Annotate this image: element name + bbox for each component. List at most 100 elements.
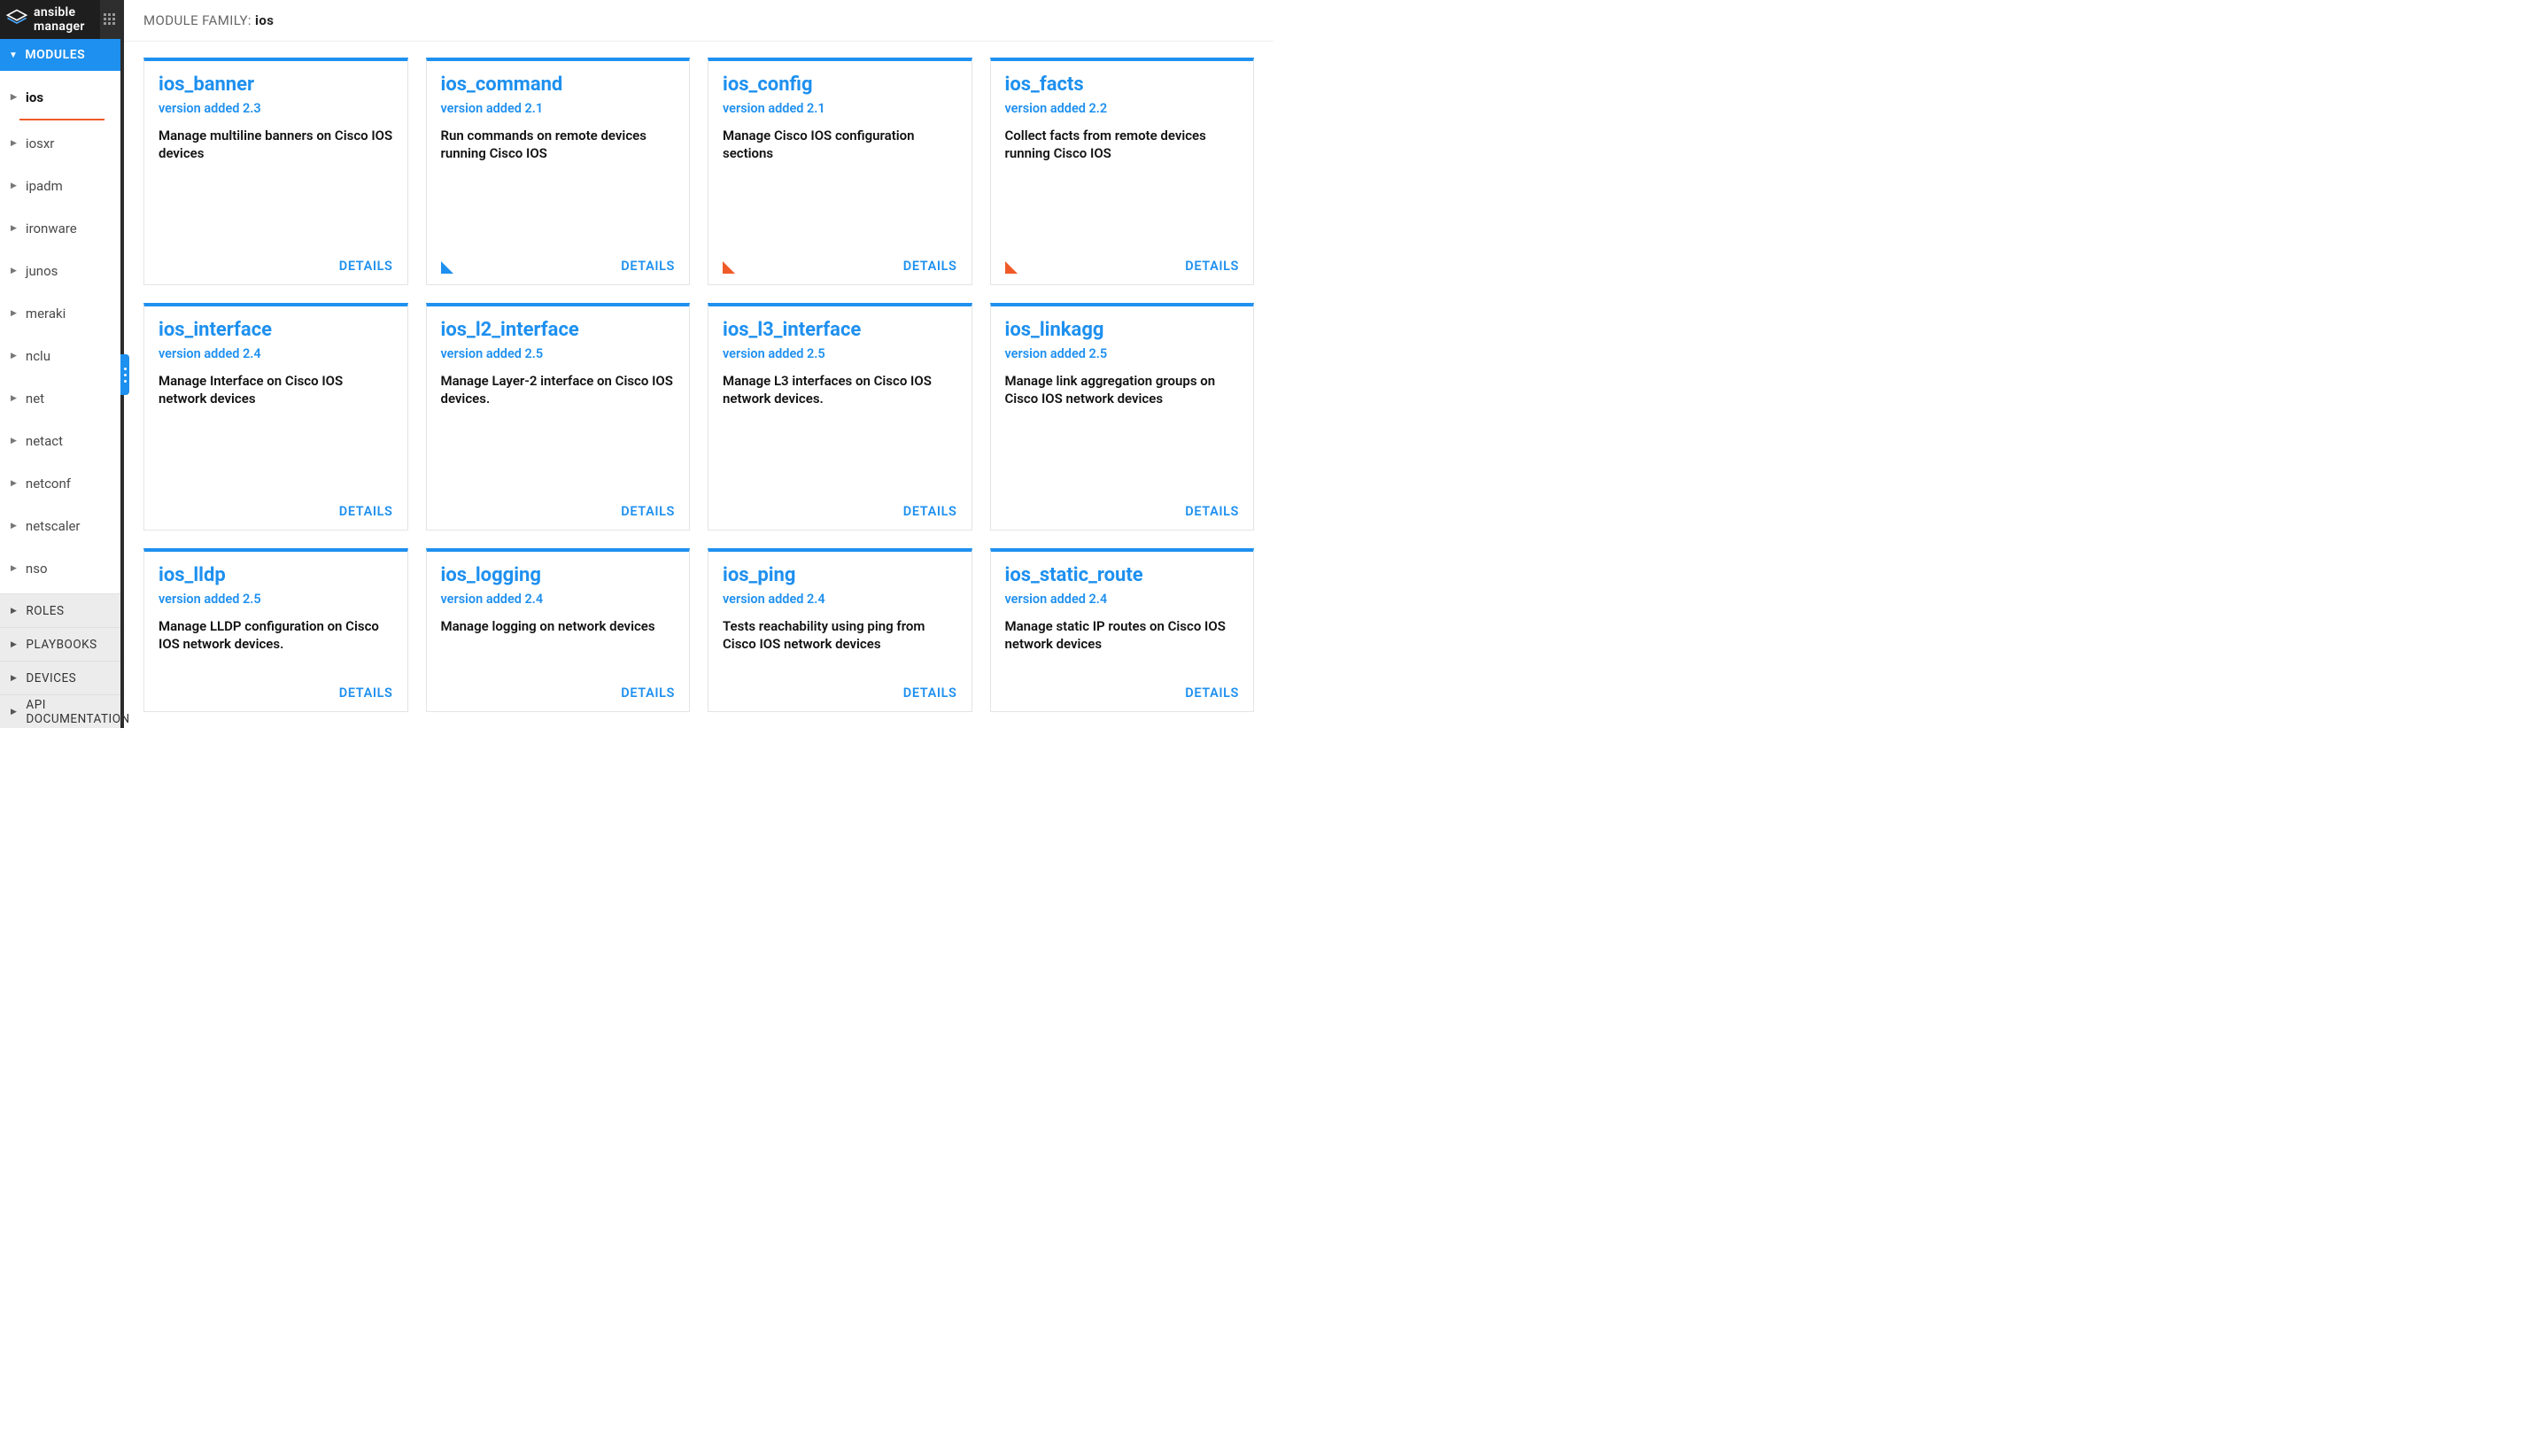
page-title-family: ios [255,12,274,28]
sidebar-item-meraki[interactable]: ▶ meraki [0,292,120,335]
sidebar-item-label: junos [26,263,58,279]
nav-footer-roles[interactable]: ▶ ROLES [0,593,120,627]
card-corner-icon [1005,261,1018,274]
caret-right-icon: ▶ [11,708,17,716]
sidebar-item-underline [19,119,105,120]
module-card-ios_command: ios_commandversion added 2.1 Run commands… [426,58,691,285]
details-link[interactable]: DETAILS [339,504,393,519]
details-link[interactable]: DETAILS [339,685,393,701]
module-card-description: Manage L3 interfaces on Cisco IOS networ… [723,372,957,408]
module-card-title: ios_lldp [159,564,393,586]
module-card-description: Run commands on remote devices running C… [441,127,676,163]
sidebar-item-ipadm[interactable]: ▶ ipadm [0,165,120,207]
details-link[interactable]: DETAILS [1185,685,1239,701]
module-card-description: Manage link aggregation groups on Cisco … [1005,372,1240,408]
page-title-prefix: MODULE FAMILY: [143,12,255,28]
module-card-version: version added 2.3 [159,101,393,116]
sidebar-item-label: netact [26,433,63,449]
caret-right-icon: ▶ [11,267,17,275]
details-link[interactable]: DETAILS [903,504,957,519]
details-link[interactable]: DETAILS [621,504,675,519]
module-card-ios_banner: ios_bannerversion added 2.3Manage multil… [143,58,408,285]
module-card-title: ios_facts [1005,74,1240,96]
caret-right-icon: ▶ [11,640,17,649]
module-card-description: Manage LLDP configuration on Cisco IOS n… [159,617,393,654]
caret-right-icon: ▶ [11,139,17,148]
details-link[interactable]: DETAILS [621,685,675,701]
details-link[interactable]: DETAILS [903,685,957,701]
module-card-ios_interface: ios_interfaceversion added 2.4Manage Int… [143,303,408,531]
sidebar-item-netscaler[interactable]: ▶netscaler [0,505,120,547]
sidebar-item-label: nso [26,561,48,577]
module-card-ios_l3_interface: ios_l3_interfaceversion added 2.5Manage … [708,303,972,531]
caret-right-icon: ▶ [11,564,17,573]
sidebar-item-net[interactable]: ▶net [0,377,120,420]
caret-right-icon: ▶ [11,479,17,488]
module-card-title: ios_interface [159,319,393,341]
nav-section-modules[interactable]: ▼ MODULES [0,39,120,71]
caret-right-icon: ▶ [11,93,17,102]
module-card-version: version added 2.5 [159,592,393,607]
card-corner-icon [441,261,453,274]
nav-footer-label: ROLES [26,604,64,618]
sidebar-item-label: netconf [26,476,71,492]
module-card-title: ios_logging [441,564,676,586]
nav-footer-label: DEVICES [26,671,76,685]
module-card-ios_lldp: ios_lldpversion added 2.5 Manage LLDP con… [143,548,408,712]
nav-footer-playbooks[interactable]: ▶ PLAYBOOKS [0,627,120,661]
module-card-description: Manage Interface on Cisco IOS network de… [159,372,393,408]
sidebar-item-nso[interactable]: ▶ nso [0,547,120,590]
module-card-description: Manage multiline banners on Cisco IOS de… [159,127,393,163]
sidebar: ansible manager ▼ MODULES ▶ios▶iosxr▶ipa… [0,0,124,728]
sidebar-item-label: ipadm [26,178,63,194]
module-card-ios_config: ios_configversion added 2.1Manage Cisco … [708,58,972,285]
nav-footer-label: PLAYBOOKS [26,638,97,652]
caret-right-icon: ▶ [11,352,17,360]
sidebar-item-nclu[interactable]: ▶ nclu [0,335,120,377]
sidebar-item-ios[interactable]: ▶ios [0,76,120,119]
nav-footer-api-documentation[interactable]: ▶API DOCUMENTATION [0,694,120,728]
module-card-version: version added 2.5 [723,346,957,361]
details-link[interactable]: DETAILS [903,259,957,274]
nav-footer-devices[interactable]: ▶DEVICES [0,661,120,694]
module-card-title: ios_command [441,74,676,96]
module-card-version: version added 2.5 [441,346,676,361]
details-link[interactable]: DETAILS [1185,504,1239,519]
nav-section-label: MODULES [25,48,85,62]
sidebar-resize-handle[interactable] [120,354,129,395]
module-card-description: Tests reachability using ping from Cisco… [723,617,957,654]
page-title: MODULE FAMILY: ios [124,0,1274,42]
caret-right-icon: ▶ [11,437,17,445]
details-link[interactable]: DETAILS [1185,259,1239,274]
module-card-version: version added 2.2 [1005,101,1240,116]
brand-title: ansible manager [34,5,100,34]
caret-right-icon: ▶ [11,607,17,616]
module-card-ios_logging: ios_loggingversion added 2.4 Manage loggi… [426,548,691,712]
main: MODULE FAMILY: ios ios_bannerversion add… [124,0,1274,728]
details-link[interactable]: DETAILS [339,259,393,274]
module-card-description: Manage logging on network devices [441,617,676,635]
caret-right-icon: ▶ [11,182,17,190]
module-card-title: ios_linkagg [1005,319,1240,341]
sidebar-item-ironware[interactable]: ▶ironware [0,207,120,250]
sidebar-item-iosxr[interactable]: ▶iosxr [0,122,120,165]
details-link[interactable]: DETAILS [621,259,675,274]
nav-footer-label: API DOCUMENTATION [26,698,129,726]
module-card-version: version added 2.4 [1005,592,1240,607]
sidebar-item-netconf[interactable]: ▶ netconf [0,462,120,505]
sidebar-item-junos[interactable]: ▶ junos [0,250,120,292]
module-card-ios_ping: ios_pingversion added 2.4Tests reachabil… [708,548,972,712]
module-card-version: version added 2.1 [723,101,957,116]
brand-bar: ansible manager [0,0,120,39]
module-card-ios_l2_interface: ios_l2_interfaceversion added 2.5Manage … [426,303,691,531]
module-card-version: version added 2.4 [441,592,676,607]
sidebar-item-label: nclu [26,348,50,364]
sidebar-item-label: meraki [26,306,66,321]
sidebar-item-label: net [26,391,44,407]
module-card-version: version added 2.1 [441,101,676,116]
module-card-title: ios_l2_interface [441,319,676,341]
module-card-description: Manage static IP routes on Cisco IOS net… [1005,617,1240,654]
caret-right-icon: ▶ [11,309,17,318]
sidebar-item-netact[interactable]: ▶ netact [0,420,120,462]
apps-grid-icon[interactable] [100,0,120,39]
